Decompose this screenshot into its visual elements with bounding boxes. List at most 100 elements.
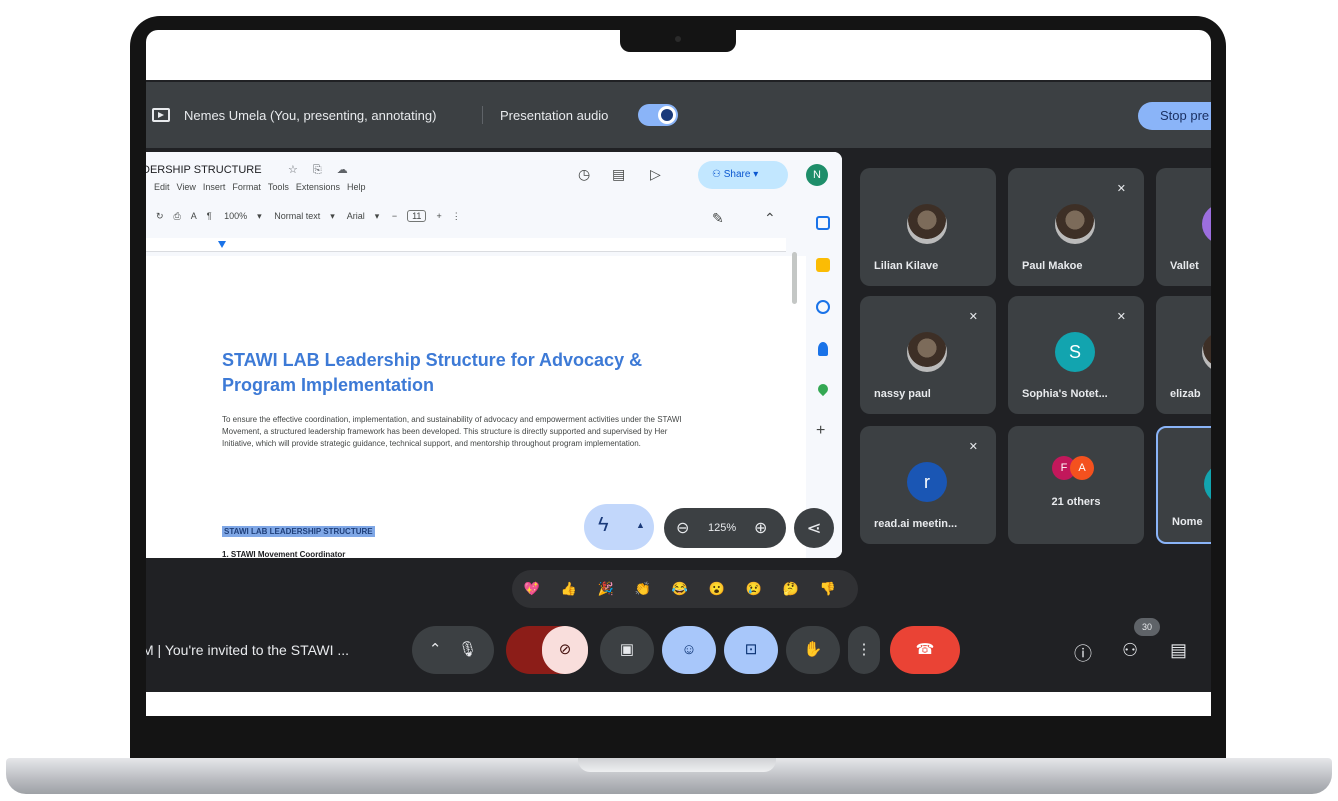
doc-subheading-highlighted: STAWI LAB LEADERSHIP STRUCTURE (222, 526, 375, 537)
reaction-surprised[interactable]: 😮 (705, 577, 729, 601)
menu-format[interactable]: Format (232, 182, 261, 192)
participant-tile[interactable]: ✕ S Sophia's Notet... (1008, 296, 1144, 414)
menu-help[interactable]: Help (347, 182, 366, 192)
avatar[interactable]: N (806, 164, 828, 186)
leave-call-button[interactable]: ☎ (890, 626, 960, 674)
avatar: r (907, 462, 947, 502)
zoom-level: 125% (708, 522, 737, 534)
reaction-laugh[interactable]: 😂 (668, 577, 692, 601)
chevron-down-icon: ▾ (257, 211, 262, 221)
annotation-tool-button[interactable]: ϟ ▲ (584, 504, 654, 550)
more-icon[interactable]: ⋮ (452, 211, 461, 221)
zoom-out-icon[interactable]: ⊖ (676, 518, 689, 538)
chevron-up-icon[interactable]: ⌃ (429, 641, 442, 658)
camera-off-button[interactable]: ⊘ (542, 626, 588, 674)
participant-tile[interactable]: ✕ r read.ai meetin... (860, 426, 996, 544)
raise-hand-button[interactable]: ✋ (786, 626, 840, 674)
menu-view[interactable]: View (177, 182, 196, 192)
contacts-icon[interactable] (818, 342, 828, 356)
reactions-bar: 💖 👍 🎉 👏 😂 😮 😢 🤔 👎 (512, 570, 858, 608)
meet-icon[interactable]: ▷ (650, 166, 666, 182)
toggle-knob (658, 106, 676, 124)
chat-icon[interactable]: ▤ (1170, 640, 1187, 661)
decrease-size-icon[interactable]: − (392, 211, 397, 221)
reaction-party[interactable]: 🎉 (594, 577, 618, 601)
pen-icon[interactable]: ✎ (712, 210, 728, 226)
screen-bottom-area (146, 692, 1211, 716)
lightning-icon: ϟ (598, 514, 609, 536)
menu-edit[interactable]: Edit (154, 182, 170, 192)
collapse-icon[interactable]: ⌃ (764, 210, 780, 226)
zoom-select[interactable]: 100% (224, 211, 247, 221)
emoji-button[interactable]: ☺ (662, 626, 716, 674)
participant-name: Sophia's Notet... (1022, 388, 1108, 400)
others-tile[interactable]: FA 21 others (1008, 426, 1144, 544)
chevron-down-icon: ▾ (330, 211, 335, 221)
reaction-thumbs-up[interactable]: 👍 (557, 577, 581, 601)
print-icon[interactable]: ⎙ (174, 211, 181, 221)
keep-icon[interactable] (816, 258, 830, 272)
mic-control: ⌃ 🎙 (412, 626, 494, 674)
tasks-icon[interactable] (816, 300, 830, 314)
participant-tile[interactable]: elizab (1156, 296, 1211, 414)
font-size-input[interactable]: 11 (407, 210, 427, 222)
doc-menu-bar: Edit View Insert Format Tools Extensions Help (154, 182, 372, 192)
add-icon[interactable]: + (816, 423, 830, 439)
presenter-label: Nemes Umela (You, presenting, annotating… (184, 108, 437, 123)
zoom-in-icon[interactable]: ⊕ (754, 518, 767, 538)
more-options-button[interactable]: ⋮ (848, 626, 880, 674)
doc-heading: STAWI LAB Leadership Structure for Advoc… (222, 350, 643, 395)
doc-title[interactable]: DERSHIP STRUCTURE (146, 164, 262, 176)
redo-icon[interactable]: ↻ (156, 211, 164, 221)
avatar (907, 204, 947, 244)
doc-toolbar: ↻ ⎙ A ¶ 100% ▾ Normal text ▾ Arial ▾ −11 + ⋮ (156, 210, 471, 222)
increase-size-icon[interactable]: + (436, 211, 441, 221)
self-tile[interactable]: Nome (1156, 426, 1211, 544)
captions-icon: ▣ (619, 641, 635, 658)
presentation-audio-toggle[interactable] (638, 104, 678, 126)
calendar-icon[interactable] (816, 216, 830, 230)
participant-tile[interactable]: Vallet (1156, 168, 1211, 286)
share-icon[interactable]: ⋖ (794, 508, 834, 548)
reaction-thinking[interactable]: 🤔 (779, 577, 803, 601)
participant-tile[interactable]: ✕ nassy paul (860, 296, 996, 414)
maps-icon[interactable] (815, 381, 831, 397)
info-icon[interactable]: ⓘ (1074, 640, 1092, 666)
spellcheck-icon[interactable]: A (191, 211, 197, 221)
menu-tools[interactable]: Tools (268, 182, 289, 192)
font-select[interactable]: Arial (347, 211, 365, 221)
star-icon[interactable]: ☆ ⎘ ☁ (288, 163, 354, 177)
share-button[interactable]: ⚇ Share ▾ (698, 161, 788, 189)
caret-up-icon: ▲ (636, 520, 645, 530)
style-select[interactable]: Normal text (274, 211, 320, 221)
reaction-thumbs-down[interactable]: 👎 (816, 577, 840, 601)
mic-icon[interactable]: 🎙 (458, 641, 477, 658)
participant-name: Nome (1172, 516, 1203, 528)
presentation-audio-label: Presentation audio (500, 108, 609, 123)
reaction-heart[interactable]: 💖 (520, 577, 544, 601)
paint-format-icon[interactable]: ¶ (207, 211, 212, 221)
laptop-mockup: Nemes Umela (You, presenting, annotating… (0, 0, 1338, 801)
indent-marker[interactable] (218, 241, 226, 248)
stop-presenting-button[interactable]: Stop pre (1138, 102, 1211, 130)
doc-header: DERSHIP STRUCTURE ☆ ⎘ ☁ Edit View Insert Fo… (146, 152, 842, 256)
reaction-clap[interactable]: 👏 (631, 577, 655, 601)
present-screen-icon (152, 108, 170, 122)
laptop-screen: Nemes Umela (You, presenting, annotating… (146, 30, 1211, 716)
menu-extensions[interactable]: Extensions (296, 182, 340, 192)
participant-tile[interactable]: ✕ Paul Makoe (1008, 168, 1144, 286)
captions-button[interactable]: ▣ (600, 626, 654, 674)
participant-tile[interactable]: Lilian Kilave (860, 168, 996, 286)
scrollbar[interactable] (792, 252, 797, 304)
camera-icon (675, 36, 681, 42)
doc-list-item: 1. STAWI Movement Coordinator (222, 550, 346, 558)
people-icon[interactable]: ⚇ (1122, 640, 1138, 661)
menu-insert[interactable]: Insert (203, 182, 226, 192)
others-count: 21 others (1051, 496, 1101, 508)
comments-icon[interactable]: ▤ (612, 166, 628, 182)
reaction-sad[interactable]: 😢 (742, 577, 766, 601)
history-icon[interactable]: ◷ (578, 166, 594, 182)
present-icon: ⊡ (744, 641, 758, 658)
people-icon: ⚇ (712, 169, 724, 180)
present-button[interactable]: ⊡ (724, 626, 778, 674)
